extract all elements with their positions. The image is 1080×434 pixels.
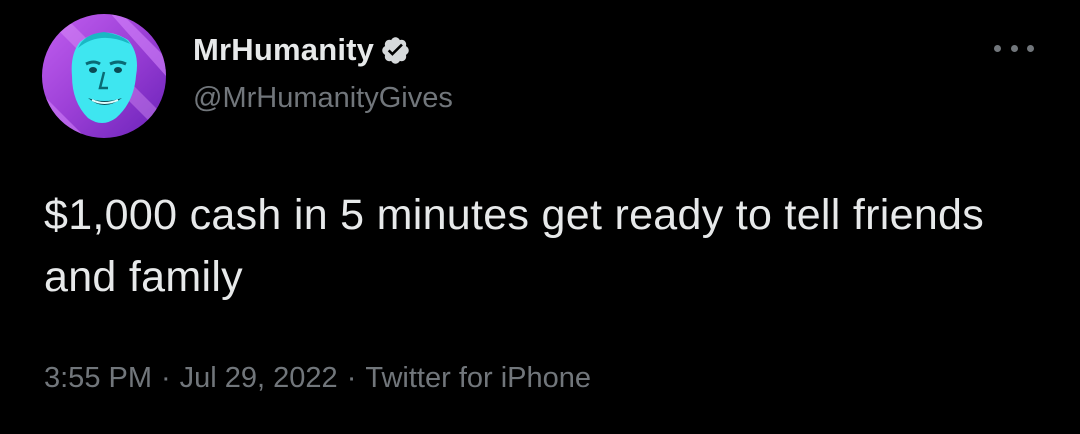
more-options-button[interactable] (994, 34, 1034, 62)
verified-badge-icon (382, 36, 409, 64)
avatar[interactable] (42, 14, 166, 138)
author-name-row: MrHumanity (193, 30, 411, 70)
meta-separator: · (161, 362, 171, 394)
more-horizontal-icon (1010, 44, 1018, 52)
more-horizontal-icon (1027, 44, 1034, 52)
tweet-metadata: 3:55 PM · Jul 29, 2022 · Twitter for iPhone (44, 362, 591, 395)
meta-separator: · (346, 362, 357, 394)
tweet-source[interactable]: Twitter for iPhone (365, 362, 591, 394)
tweet-text: $1,000 cash in 5 minutes get ready to te… (44, 191, 985, 301)
author-handle[interactable]: @MrHumanityGives (193, 82, 453, 115)
author-display-name[interactable]: MrHumanity (193, 32, 374, 68)
tweet-date[interactable]: Jul 29, 2022 (180, 362, 338, 394)
more-horizontal-icon (994, 44, 1001, 52)
tweet-card: MrHumanity @MrHumanityGives $1,000 cash … (0, 0, 1080, 434)
tweet-time[interactable]: 3:55 PM (44, 362, 152, 394)
avatar-image (42, 14, 166, 138)
